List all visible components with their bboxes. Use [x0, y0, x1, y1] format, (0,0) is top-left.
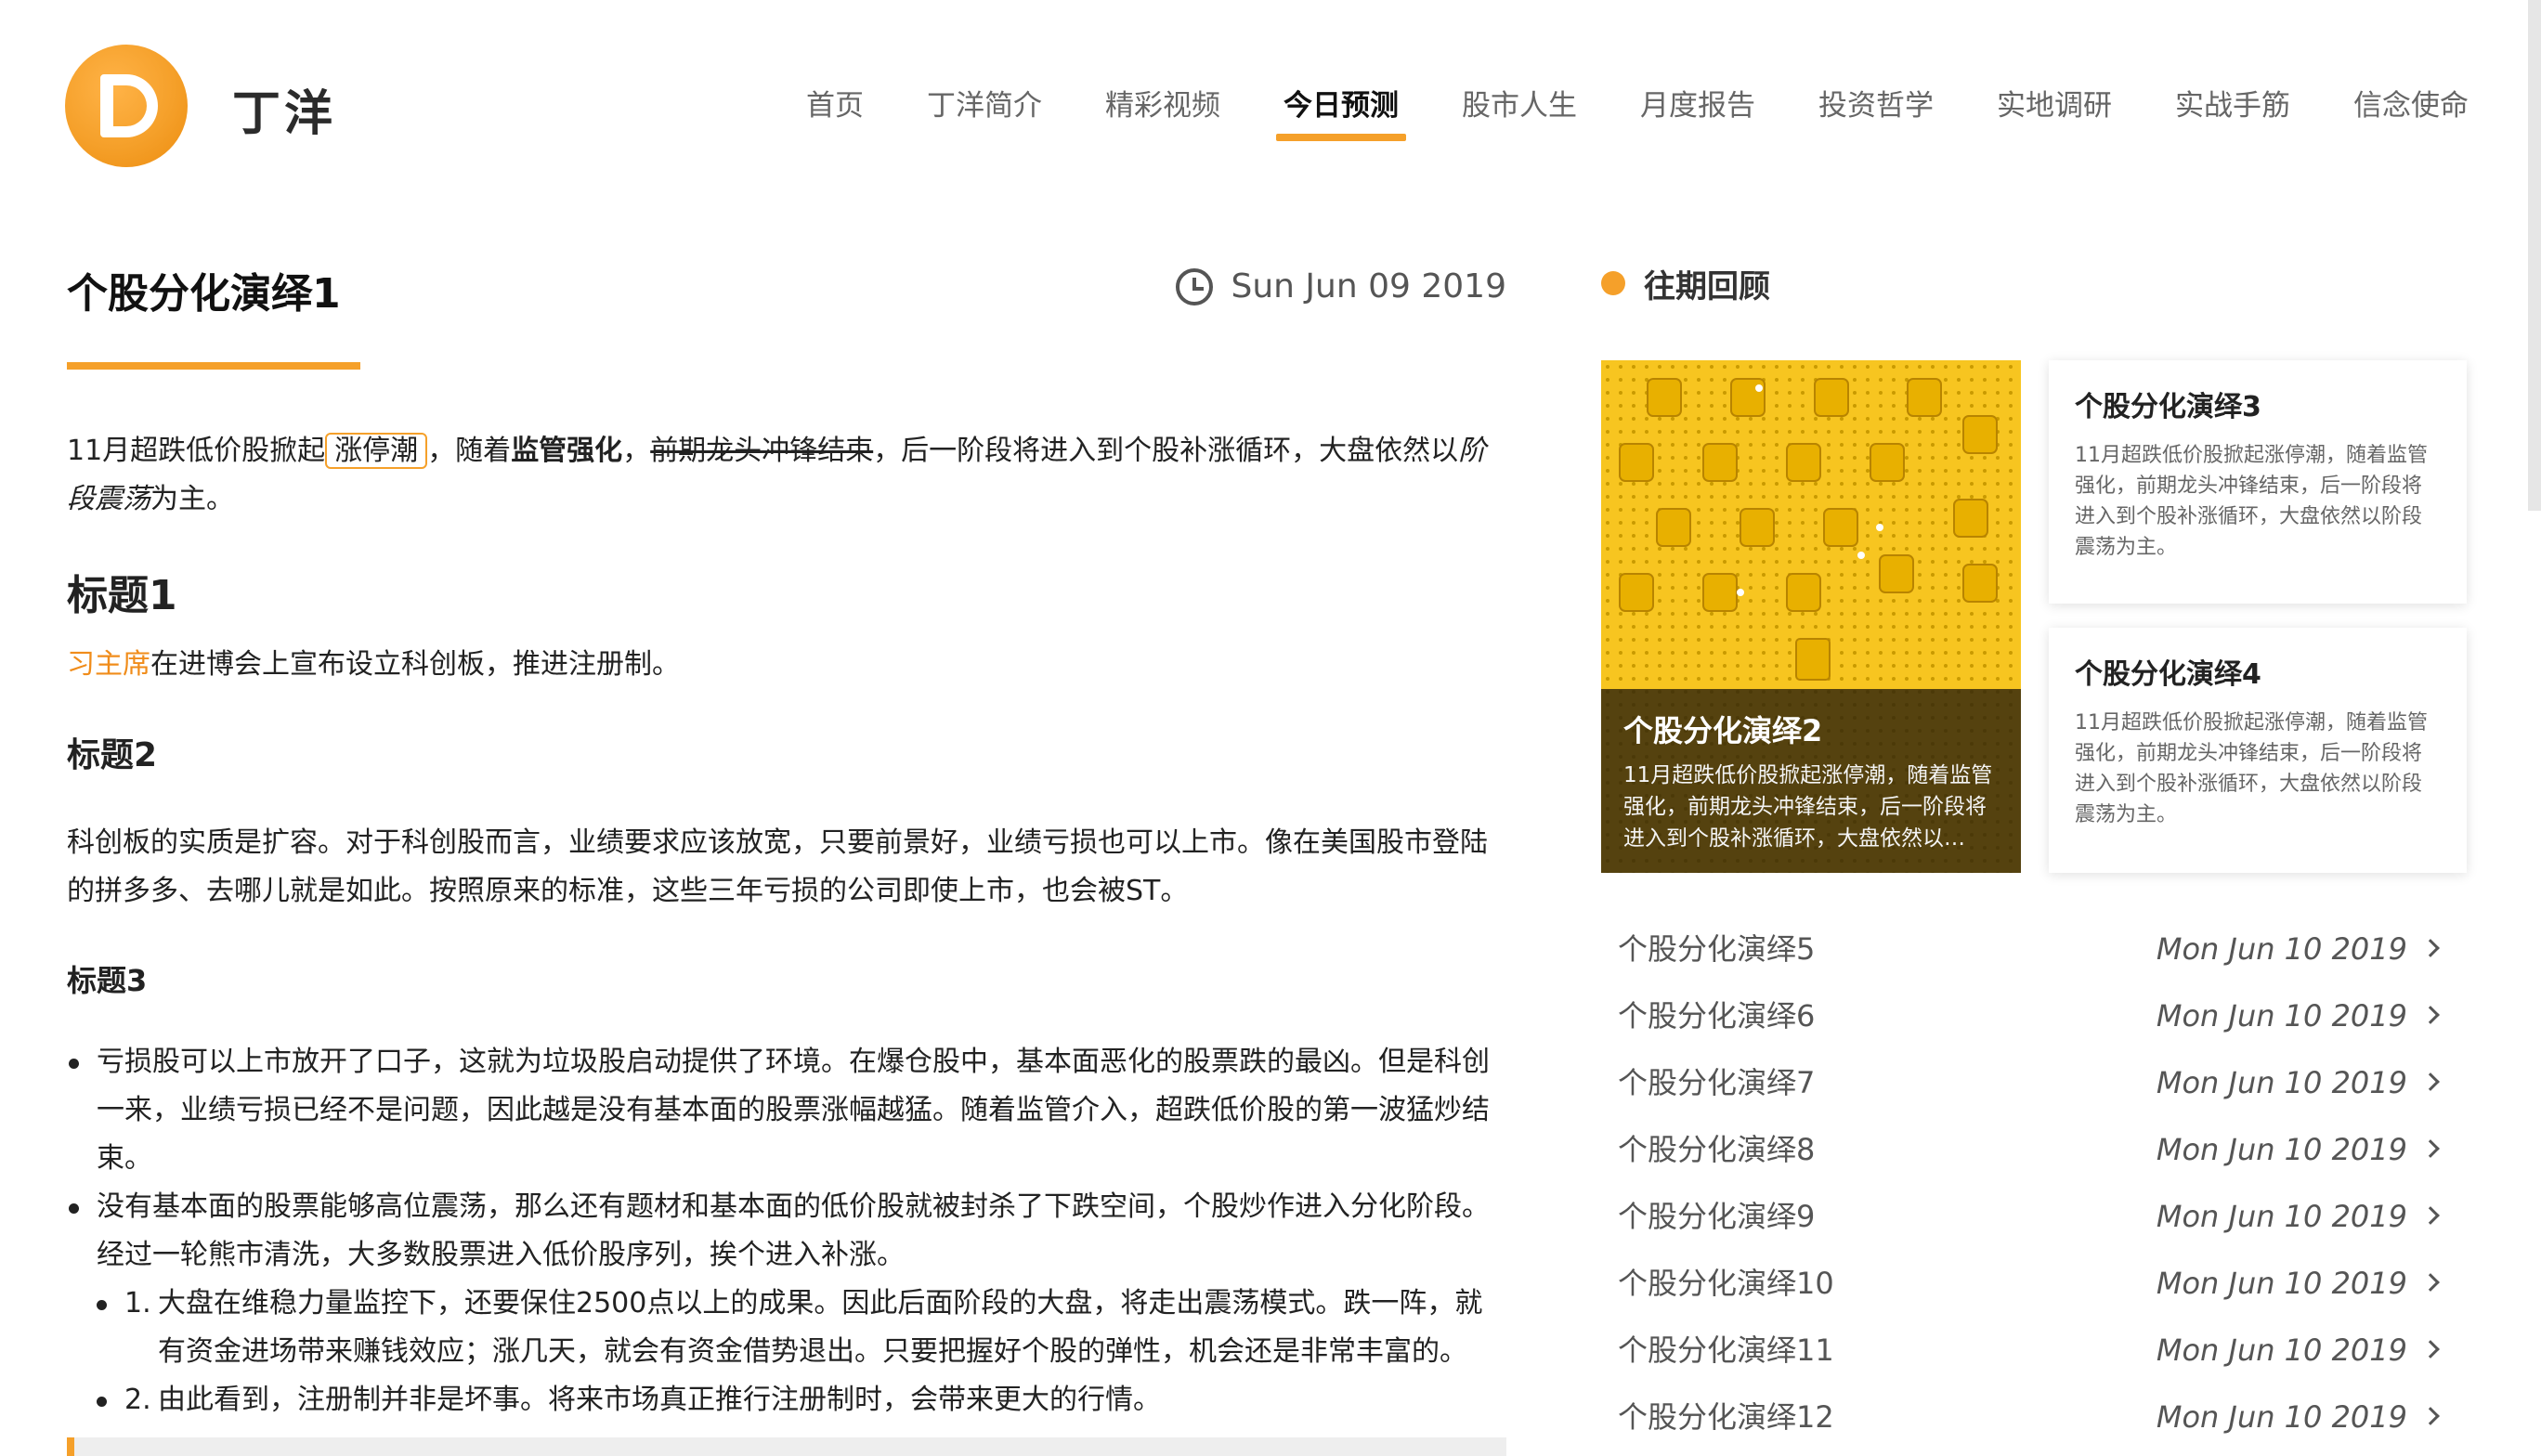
- strikethrough-text: 前期龙头冲锋结束: [650, 435, 874, 467]
- card-excerpt: 11月超跌低价股掀起涨停潮，随着监管强化，前期龙头冲锋结束，后一阶段将进入到个股…: [2075, 711, 2428, 826]
- archive-item[interactable]: 个股分化演绎6 Mon Jun 10 2019: [1601, 982, 2467, 1049]
- numbered-item-text: 由此看到，注册制并非是坏事。将来市场真正推行注册制时，会带来更大的行情。: [158, 1384, 1161, 1416]
- sidebar-title: 往期回顾: [1644, 267, 1770, 306]
- featured-excerpt: 11月超跌低价股掀起涨停潮，随着监管强化，前期龙头冲锋结束，后一阶段将进入到个股…: [1623, 763, 1993, 851]
- chevron-right-icon: [2421, 1273, 2440, 1292]
- site-name[interactable]: 丁洋: [232, 74, 336, 144]
- logo-letter-d-icon: [100, 74, 158, 137]
- article-date-wrap: Sun Jun 09 2019: [1175, 267, 1507, 306]
- bullet-list: 亏损股可以上市放开了口子，这就为垃圾股启动提供了环境。在爆仓股中，基本面恶化的股…: [67, 1038, 1506, 1424]
- post-card[interactable]: 个股分化演绎4 11月超跌低价股掀起涨停潮，随着监管强化，前期龙头冲锋结束，后一…: [2049, 628, 2467, 873]
- text-run: 11月超跌低价股掀起: [67, 435, 326, 467]
- logo[interactable]: [65, 45, 188, 167]
- site-header: 丁洋 首页 丁洋简介 精彩视频 今日预测 股市人生 月度报告 投资哲学 实地调研…: [0, 0, 2541, 176]
- archive-list: 个股分化演绎5 Mon Jun 10 2019 个股分化演绎6 Mon Jun …: [1601, 916, 2467, 1450]
- title-underline: [67, 362, 360, 370]
- article-link[interactable]: 习主席: [67, 648, 150, 681]
- article-title: 个股分化演绎1: [67, 270, 341, 318]
- nav-item-videos[interactable]: 精彩视频: [1105, 82, 1220, 124]
- highlight-tag: 涨停潮: [325, 433, 428, 469]
- card-excerpt: 11月超跌低价股掀起涨停潮，随着监管强化，前期龙头冲锋结束，后一阶段将进入到个股…: [2075, 444, 2428, 559]
- archive-item[interactable]: 个股分化演绎8 Mon Jun 10 2019: [1601, 1116, 2467, 1183]
- nav-item-practice[interactable]: 实战手筋: [2175, 82, 2290, 124]
- archive-item[interactable]: 个股分化演绎7 Mon Jun 10 2019: [1601, 1049, 2467, 1116]
- numbered-item-text: 大盘在维稳力量监控下，还要保住2500点以上的成果。因此后面阶段的大盘，将走出震…: [158, 1287, 1483, 1368]
- card-title: 个股分化演绎4: [2075, 658, 2261, 691]
- paragraph-1: 11月超跌低价股掀起 涨停潮 ，随着监管强化，前期龙头冲锋结束，后一阶段将进入到个股…: [67, 427, 1506, 524]
- archive-item-date: Mon Jun 10 2019: [2156, 998, 2407, 1034]
- numbered-item: 2. 由此看到，注册制并非是坏事。将来市场真正推行注册制时，会带来更大的行情。: [97, 1376, 1506, 1424]
- list-item-text: 没有基本面的股票能够高位震荡，那么还有题材和基本面的低价股就被封杀了下跌空间，个…: [97, 1190, 1490, 1271]
- paragraph-2: 习主席在进博会上宣布设立科创板，推进注册制。: [67, 641, 1506, 689]
- chevron-right-icon: [2421, 1340, 2440, 1358]
- nav-item-stock-life[interactable]: 股市人生: [1462, 82, 1577, 124]
- archive-item-date: Mon Jun 10 2019: [2156, 931, 2407, 967]
- article: 个股分化演绎1 Sun Jun 09 2019 11月超跌低价股掀起 涨停潮 ，随着…: [67, 241, 1506, 1456]
- archive-item[interactable]: 个股分化演绎9 Mon Jun 10 2019: [1601, 1183, 2467, 1250]
- article-body: 11月超跌低价股掀起 涨停潮 ，随着监管强化，前期龙头冲锋结束，后一阶段将进入到个股…: [67, 427, 1506, 1424]
- archive-item-title: 个股分化演绎5: [1618, 931, 1816, 967]
- archive-item-title: 个股分化演绎11: [1618, 1332, 1834, 1368]
- list-item: 亏损股可以上市放开了口子，这就为垃圾股启动提供了环境。在爆仓股中，基本面恶化的股…: [69, 1038, 1506, 1183]
- text-run: ，: [622, 435, 651, 467]
- main-nav: 首页 丁洋简介 精彩视频 今日预测 股市人生 月度报告 投资哲学 实地调研 实战…: [743, 82, 2469, 141]
- nav-item-philosophy[interactable]: 投资哲学: [1818, 82, 1934, 124]
- card-title: 个股分化演绎3: [2075, 391, 2261, 423]
- article-date: Sun Jun 09 2019: [1231, 267, 1507, 306]
- chevron-right-icon: [2421, 1072, 2440, 1091]
- item-number: 1.: [124, 1287, 151, 1320]
- numbered-list: 1. 大盘在维稳力量监控下，还要保住2500点以上的成果。因此后面阶段的大盘，将走…: [97, 1280, 1506, 1424]
- sidebar: 往期回顾 个股分化演绎2 11月超跌低价股掀起涨停潮，随着监管强化，前期龙头冲锋…: [1601, 251, 2467, 1435]
- sidebar-header: 往期回顾: [1601, 251, 2467, 316]
- archive-item-title: 个股分化演绎12: [1618, 1399, 1834, 1435]
- bold-text: 监管强化: [511, 435, 623, 467]
- nav-item-intro[interactable]: 丁洋简介: [927, 82, 1042, 124]
- chevron-right-icon: [2421, 939, 2440, 957]
- archive-item[interactable]: 个股分化演绎10 Mon Jun 10 2019: [1601, 1250, 2467, 1317]
- text-run: 为主。: [150, 483, 234, 515]
- archive-item[interactable]: 个股分化演绎11 Mon Jun 10 2019: [1601, 1317, 2467, 1384]
- chevron-right-icon: [2421, 1139, 2440, 1158]
- text-run: ，后一阶段将进入到个股补涨循环，大盘依然以: [873, 435, 1459, 467]
- text-run: 在进博会上宣布设立科创板，推进注册制。: [150, 648, 680, 681]
- item-number: 2.: [124, 1384, 151, 1416]
- chevron-right-icon: [2421, 1407, 2440, 1425]
- heading-1: 标题1: [67, 572, 177, 619]
- nav-item-today-forecast[interactable]: 今日预测: [1276, 82, 1406, 141]
- archive-item-date: Mon Jun 10 2019: [2156, 1332, 2407, 1368]
- article-header: 个股分化演绎1 Sun Jun 09 2019: [67, 241, 1506, 353]
- numbered-item: 1. 大盘在维稳力量监控下，还要保住2500点以上的成果。因此后面阶段的大盘，将走…: [97, 1280, 1506, 1376]
- nav-item-mission[interactable]: 信念使命: [2353, 82, 2469, 124]
- list-item: 没有基本面的股票能够高位震荡，那么还有题材和基本面的低价股就被封杀了下跌空间，个…: [69, 1183, 1506, 1424]
- featured-post[interactable]: 个股分化演绎2 11月超跌低价股掀起涨停潮，随着监管强化，前期龙头冲锋结束，后一…: [1601, 360, 2021, 873]
- orange-dot-icon: [1601, 271, 1625, 295]
- archive-item[interactable]: 个股分化演绎5 Mon Jun 10 2019: [1601, 916, 2467, 982]
- archive-item-title: 个股分化演绎9: [1618, 1199, 1816, 1234]
- archive-item[interactable]: 个股分化演绎12 Mon Jun 10 2019: [1601, 1384, 2467, 1450]
- paragraph-3: 科创板的实质是扩容。对于科创股而言，业绩要求应该放宽，只要前景好，业绩亏损也可以…: [67, 826, 1488, 907]
- chevron-right-icon: [2421, 1206, 2440, 1225]
- archive-item-title: 个股分化演绎8: [1618, 1132, 1816, 1167]
- nav-item-field-research[interactable]: 实地调研: [1997, 82, 2112, 124]
- archive-item-date: Mon Jun 10 2019: [2156, 1132, 2407, 1167]
- nav-item-home[interactable]: 首页: [806, 82, 864, 124]
- blockquote-edge: [67, 1437, 1506, 1456]
- page-scrollbar[interactable]: [2528, 0, 2541, 511]
- archive-item-title: 个股分化演绎7: [1618, 1065, 1816, 1100]
- heading-2: 标题2: [67, 736, 158, 774]
- archive-item-date: Mon Jun 10 2019: [2156, 1399, 2407, 1435]
- text-run: ，随着: [427, 435, 512, 467]
- featured-title[interactable]: 个股分化演绎2: [1623, 709, 1999, 752]
- archive-item-date: Mon Jun 10 2019: [2156, 1199, 2407, 1234]
- archive-item-title: 个股分化演绎10: [1618, 1266, 1834, 1301]
- post-card[interactable]: 个股分化演绎3 11月超跌低价股掀起涨停潮，随着监管强化，前期龙头冲锋结束，后一…: [2049, 360, 2467, 604]
- archive-item-title: 个股分化演绎6: [1618, 998, 1816, 1034]
- chevron-right-icon: [2421, 1006, 2440, 1024]
- heading-3: 标题3: [67, 963, 148, 998]
- archive-item-date: Mon Jun 10 2019: [2156, 1065, 2407, 1100]
- archive-item-date: Mon Jun 10 2019: [2156, 1266, 2407, 1301]
- clock-icon: [1175, 267, 1213, 306]
- featured-caption: 个股分化演绎2 11月超跌低价股掀起涨停潮，随着监管强化，前期龙头冲锋结束，后一…: [1601, 689, 2021, 873]
- nav-item-monthly-report[interactable]: 月度报告: [1640, 82, 1755, 124]
